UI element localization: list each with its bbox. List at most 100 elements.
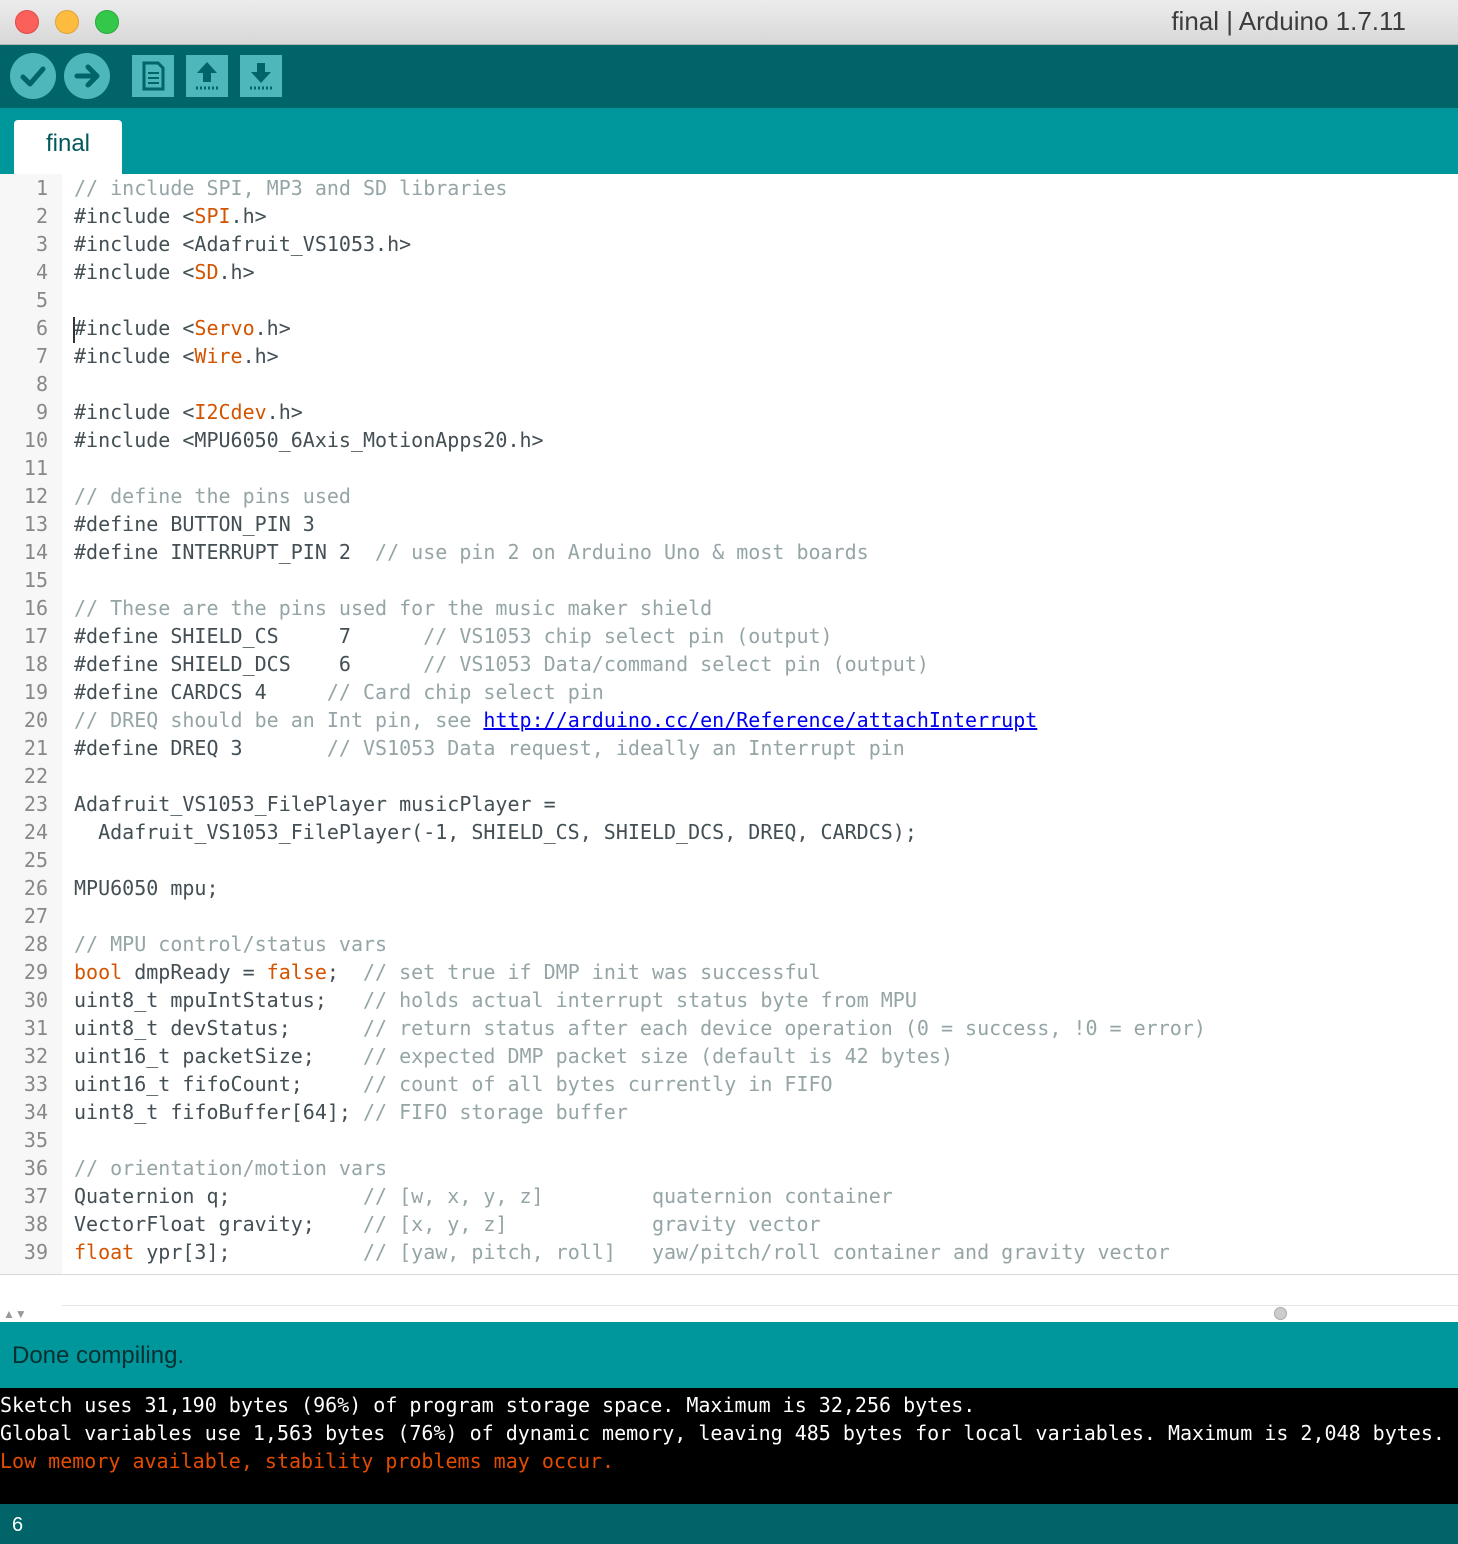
code-line: 15 [0, 566, 1458, 594]
code-line: 31 uint8_t devStatus; // return status af… [0, 1014, 1458, 1042]
line-number: 3 [35, 232, 48, 256]
code-text: Adafruit_VS1053_FilePlayer(-1, SHIELD_CS… [74, 818, 917, 846]
line-number: 28 [23, 932, 48, 956]
output-console[interactable]: Sketch uses 31,190 bytes (96%) of progra… [0, 1388, 1458, 1504]
code-text: #define CARDCS 4 // Card chip select pin [74, 678, 604, 706]
code-line: 22 [0, 762, 1458, 790]
checkmark-icon [20, 66, 46, 87]
code-token: #include <Adafruit_VS1053.h> [74, 232, 412, 256]
verify-button[interactable] [10, 53, 56, 99]
code-line: 33 uint16_t fifoCount; // count of all by… [0, 1070, 1458, 1098]
arrow-down-icon [250, 63, 272, 90]
code-text: Quaternion q; // [w, x, y, z] quaternion… [74, 1182, 893, 1210]
code-text: #define SHIELD_DCS 6 // VS1053 Data/comm… [74, 650, 929, 678]
code-text: uint16_t fifoCount; // count of all byte… [74, 1070, 833, 1098]
code-text: #define INTERRUPT_PIN 2 // use pin 2 on … [74, 538, 869, 566]
code-text: // MPU control/status vars [74, 930, 387, 958]
line-number: 9 [35, 400, 48, 424]
line-number: 38 [23, 1212, 48, 1236]
code-token: #include < [74, 316, 195, 340]
code-token: // use pin 2 on Arduino Uno & most board… [375, 540, 869, 564]
code-token: #include <MPU6050_6Axis_MotionApps20.h> [74, 428, 544, 452]
code-token: uint8_t devStatus; [74, 1016, 363, 1040]
line-number: 39 [23, 1240, 48, 1264]
line-number: 31 [23, 1016, 48, 1040]
code-token: uint16_t fifoCount; [74, 1072, 363, 1096]
save-sketch-button[interactable] [240, 55, 282, 97]
zoom-window-button[interactable] [95, 10, 119, 34]
code-token: uint8_t fifoBuffer[64]; [74, 1100, 363, 1124]
code-token: // [yaw, pitch, roll] yaw/pitch/roll con… [363, 1240, 1170, 1264]
code-token: Servo [194, 316, 255, 340]
code-line: 7 #include <Wire.h> [0, 342, 1458, 370]
code-token: // orientation/motion vars [74, 1156, 388, 1180]
line-number: 12 [23, 484, 48, 508]
line-number: 19 [23, 680, 48, 704]
code-token: // VS1053 Data/command select pin (outpu… [423, 652, 929, 676]
tab-final[interactable]: final [14, 120, 122, 174]
code-token: // DREQ should be an Int pin, see [74, 708, 484, 732]
line-number: 26 [23, 876, 48, 900]
code-line: 3 #include <Adafruit_VS1053.h> [0, 230, 1458, 258]
line-number: 4 [35, 260, 48, 284]
line-number: 13 [23, 512, 48, 536]
horizontal-scrollbar[interactable] [62, 1275, 1458, 1306]
code-token: #include < [74, 204, 195, 228]
code-text: uint8_t mpuIntStatus; // holds actual in… [74, 986, 917, 1014]
code-token: // expected DMP packet size (default is … [362, 1044, 953, 1068]
code-token: .h> [230, 204, 267, 228]
editor-scroll-area: ▲▼ [0, 1274, 1458, 1323]
code-text: // include SPI, MP3 and SD libraries [74, 174, 507, 202]
code-token: // Card chip select pin [326, 680, 604, 704]
code-token: Adafruit_VS1053_FilePlayer musicPlayer = [74, 792, 556, 816]
code-text: #include <SPI.h> [74, 202, 267, 230]
code-line: 39 float ypr[3]; // [yaw, pitch, roll] ya… [0, 1238, 1458, 1266]
code-text: float ypr[3]; // [yaw, pitch, roll] yaw/… [74, 1238, 1170, 1266]
code-token: ; [326, 960, 364, 984]
code-token: // FIFO storage buffer [362, 1100, 628, 1124]
code-line: 34 uint8_t fifoBuffer[64]; // FIFO storag… [0, 1098, 1458, 1126]
code-token: #define CARDCS 4 [74, 680, 327, 704]
code-text: #include <Wire.h> [74, 342, 279, 370]
code-line: 30 uint8_t mpuIntStatus; // holds actual … [0, 986, 1458, 1014]
line-number: 37 [23, 1184, 48, 1208]
code-token: #include < [74, 400, 195, 424]
code-editor[interactable]: 1 // include SPI, MP3 and SD libraries 2 #i… [0, 174, 1458, 1274]
line-number: 5 [35, 288, 48, 312]
code-line: 8 [0, 370, 1458, 398]
open-sketch-button[interactable] [186, 55, 228, 97]
tab-label: final [45, 130, 91, 157]
code-token: MPU6050 mpu; [74, 876, 219, 900]
minimize-window-button[interactable] [55, 10, 79, 34]
code-token: uint8_t mpuIntStatus; [74, 988, 363, 1012]
new-sketch-button[interactable] [132, 55, 174, 97]
divider-handle[interactable] [1274, 1307, 1287, 1320]
code-token: uint16_t packetSize; [74, 1044, 363, 1068]
code-token: dmpReady = [122, 960, 267, 984]
code-text: #include <Adafruit_VS1053.h> [74, 230, 411, 258]
line-number: 32 [23, 1044, 48, 1068]
code-token: bool [74, 960, 123, 984]
line-number: 11 [23, 456, 48, 480]
code-text: // These are the pins used for the music… [74, 594, 712, 622]
toolbar [0, 45, 1458, 108]
code-line: 20 // DREQ should be an Int pin, see http… [0, 706, 1458, 734]
code-token: #define DREQ 3 [74, 736, 327, 760]
upload-button[interactable] [64, 53, 110, 99]
close-window-button[interactable] [15, 10, 39, 34]
line-number: 17 [23, 624, 48, 648]
document-icon [142, 61, 165, 91]
line-number: 21 [23, 736, 48, 760]
code-line: 17 #define SHIELD_CS 7 // VS1053 chip sel… [0, 622, 1458, 650]
code-token: .h> [218, 260, 255, 284]
status-bar: Done compiling. [0, 1322, 1458, 1388]
code-token: #define SHIELD_DCS 6 [74, 652, 424, 676]
code-line: 4 #include <SD.h> [0, 258, 1458, 286]
code-link[interactable]: http://arduino.cc/en/Reference/attachInt… [483, 708, 1037, 732]
code-line: 37 Quaternion q; // [w, x, y, z] quaterni… [0, 1182, 1458, 1210]
code-line: 35 [0, 1126, 1458, 1154]
scroll-arrows-icon[interactable]: ▲▼ [3, 1307, 27, 1321]
line-number: 20 [23, 708, 48, 732]
line-number: 7 [35, 344, 48, 368]
code-line: 29 bool dmpReady = false; // set true if … [0, 958, 1458, 986]
